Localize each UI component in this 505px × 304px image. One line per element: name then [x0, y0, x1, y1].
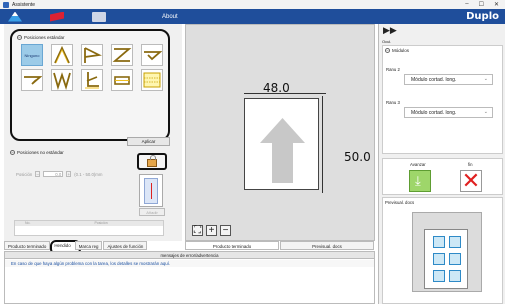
collapse-icon[interactable]: −	[10, 150, 15, 155]
modules-title: Módulos	[392, 48, 410, 53]
lock-icon	[147, 155, 157, 167]
position-preview	[139, 174, 163, 207]
z-fold-icon	[112, 48, 132, 62]
gate-fold-icon	[84, 47, 102, 63]
doc-preview-sheet	[424, 229, 468, 289]
standard-positions-header[interactable]: − Posiciones estándar	[17, 35, 163, 40]
height-value: 50.0	[344, 150, 371, 164]
zoom-out-icon[interactable]: −	[220, 225, 231, 236]
hide-panel-icon[interactable]: ▶▶	[383, 26, 397, 39]
pattern-perforate[interactable]	[141, 69, 163, 91]
position-row: Posición – 0.0 + (0.1 - 50.0)mm	[16, 171, 102, 177]
nonstandard-positions-title: Posiciones no estándar	[17, 150, 64, 155]
menubar: About Duplo	[0, 9, 505, 24]
template-icon[interactable]	[8, 11, 22, 22]
slot3-label: Ranu 3	[386, 100, 400, 105]
standard-positions-title: Posiciones estándar	[24, 35, 65, 40]
sheet-preview	[244, 98, 319, 190]
settings-icon[interactable]	[92, 11, 106, 22]
pattern-tent-fold[interactable]	[51, 44, 73, 66]
right-panel: ▶▶ Ocul. − Módulos Ranu 2 Módulo cortad.…	[378, 24, 505, 304]
minimize-button[interactable]: –	[465, 1, 468, 8]
messages-panel: mensajes de error/advertencia En caso de…	[4, 251, 375, 304]
lock-toggle[interactable]	[137, 153, 167, 170]
preview-area: 48.0 50.0 ⛶ + −	[185, 24, 375, 241]
brand-logo: Duplo	[466, 11, 499, 22]
position-label: Posición	[16, 171, 33, 177]
add-button[interactable]: Añadir	[139, 208, 165, 216]
tab-finished-product[interactable]: Producto terminado	[4, 241, 51, 250]
increment-button[interactable]: +	[66, 171, 72, 177]
slot2-select[interactable]: Módulo cortad. long.	[404, 74, 493, 85]
half-fold-down-icon	[144, 51, 162, 61]
tab-doc-preview[interactable]: Previsual. docs	[280, 241, 374, 250]
end-button[interactable]: ✕	[460, 170, 482, 192]
about-menu[interactable]: About	[162, 14, 178, 20]
position-grid: Ninguno	[17, 44, 163, 91]
doc-preview-box	[412, 212, 482, 292]
position-input[interactable]: 0.0	[43, 171, 64, 177]
modules-panel: − Módulos Ranu 2 Módulo cortad. long. Ra…	[382, 45, 503, 154]
advance-label: Avanzar	[410, 162, 426, 167]
nonstandard-positions-panel: − Posiciones no estándar Posición – 0.0 …	[10, 150, 170, 236]
slot2-label: Ranu 2	[386, 67, 400, 72]
pattern-parallel[interactable]	[111, 69, 133, 91]
slot3-select[interactable]: Módulo cortad. long.	[404, 107, 493, 118]
col-position: Posición	[94, 221, 108, 225]
job-icon[interactable]	[50, 11, 64, 22]
doc-preview-panel: Previsual. docs	[382, 197, 503, 304]
app-icon	[3, 1, 9, 8]
messages-line: En caso de que haya algún problema con l…	[5, 260, 374, 267]
pattern-half-fold-up[interactable]	[21, 69, 43, 91]
collapse-icon[interactable]: −	[385, 48, 390, 53]
hide-panel-label: Ocul.	[382, 39, 392, 44]
center-tabs: Producto terminado Previsual. docs	[185, 241, 375, 250]
perforate-icon	[143, 72, 161, 88]
feed-direction-arrow-icon	[260, 118, 305, 183]
pattern-none[interactable]: Ninguno	[21, 44, 43, 66]
fit-view-icon[interactable]: ⛶	[192, 225, 203, 236]
tent-fold-icon	[54, 45, 70, 64]
col-no: No.	[25, 221, 31, 225]
modules-header[interactable]: − Módulos	[383, 46, 502, 55]
width-value: 48.0	[263, 81, 290, 95]
pattern-half-fold-down[interactable]	[141, 44, 163, 66]
close-window-button[interactable]: ✕	[494, 1, 499, 8]
left-panel: − Posiciones estándar Ninguno Aplicar − …	[4, 24, 182, 241]
doc-preview-label: Previsual. docs	[385, 200, 415, 205]
parallel-fold-icon	[114, 76, 130, 85]
position-range: (0.1 - 50.0)mm	[74, 171, 103, 177]
height-dimension-line	[322, 96, 323, 193]
pattern-none-label: Ninguno	[24, 52, 40, 58]
run-controls: Avanzar fin ✕	[382, 158, 503, 195]
pattern-double-parallel[interactable]	[81, 69, 103, 91]
pattern-z-fold[interactable]	[111, 44, 133, 66]
advance-button[interactable]	[409, 170, 431, 192]
collapse-icon[interactable]: −	[17, 35, 22, 40]
accordion-fold-icon	[53, 72, 71, 90]
decrement-button[interactable]: –	[35, 171, 41, 177]
messages-header: mensajes de error/advertencia	[5, 252, 374, 259]
tab-crease[interactable]: Hendido	[50, 240, 82, 255]
pattern-accordion[interactable]	[51, 69, 73, 91]
double-parallel-icon	[85, 72, 99, 89]
apply-button[interactable]: Aplicar	[127, 137, 170, 146]
view-tools: ⛶ + −	[192, 225, 231, 236]
zoom-in-icon[interactable]: +	[206, 225, 217, 236]
tab-reg-mark[interactable]: Marca reg	[74, 241, 103, 250]
maximize-button[interactable]: ☐	[479, 1, 484, 8]
window-controls: – ☐ ✕	[465, 1, 499, 8]
window-titlebar: Assistente – ☐ ✕	[0, 0, 505, 9]
tab-function-settings[interactable]: Ajustes de función	[103, 241, 148, 250]
left-tabs: Producto terminado Hendido Marca reg Aju…	[4, 240, 182, 255]
half-fold-up-icon	[24, 76, 42, 85]
tab-product-preview[interactable]: Producto terminado	[185, 241, 279, 250]
positions-table-header: No. Posición	[15, 221, 163, 226]
window-title: Assistente	[12, 1, 36, 8]
end-label: fin	[468, 162, 473, 167]
standard-positions-panel: − Posiciones estándar Ninguno	[10, 29, 170, 141]
pattern-gate-fold[interactable]	[81, 44, 103, 66]
positions-table: No. Posición	[14, 220, 164, 236]
